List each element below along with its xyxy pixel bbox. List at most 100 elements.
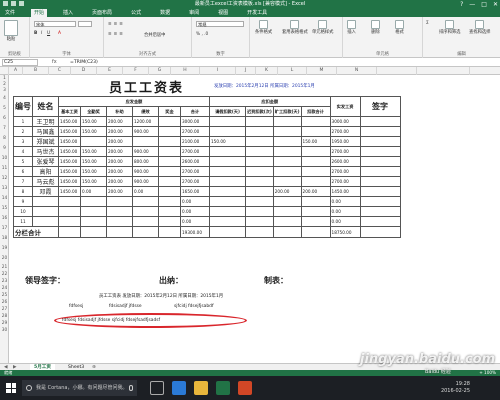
cell-base[interactable] [58, 216, 81, 227]
close-button[interactable]: ✕ [493, 0, 498, 9]
cashier-label[interactable]: 出纳： [159, 275, 183, 286]
cell-subsidy[interactable]: 200.00 [106, 186, 133, 197]
cell-empty[interactable] [80, 226, 107, 238]
cell-late[interactable] [245, 146, 274, 157]
cell-total[interactable]: 2600.00 [180, 156, 210, 167]
cell-signature[interactable] [359, 196, 401, 207]
insert-button[interactable]: 插入 [347, 20, 356, 35]
cell-leave[interactable] [209, 216, 246, 227]
tab-view[interactable]: 视图 [215, 9, 231, 17]
cell-late[interactable] [245, 116, 274, 127]
cell-empty[interactable] [272, 226, 302, 238]
edge-browser-icon[interactable] [172, 381, 186, 395]
cell-deduct-total[interactable] [300, 216, 331, 227]
row-header[interactable]: 5 [0, 104, 9, 114]
cell-deduct-total[interactable]: 200.00 [300, 186, 331, 197]
header-payable[interactable]: 应发金额 [58, 96, 210, 107]
header-late[interactable]: 迟到扣款(次) [245, 106, 274, 117]
format-button[interactable]: 格式 [395, 20, 404, 35]
tab-formulas[interactable]: 公式 [128, 9, 144, 17]
row-header[interactable]: 4 [0, 94, 9, 104]
cell-signature[interactable] [359, 166, 401, 177]
cell-bonus[interactable]: 900.00 [132, 146, 159, 157]
cell-subsidy[interactable]: 200.00 [106, 136, 133, 147]
cell-base[interactable]: 1450.00 [58, 176, 81, 187]
row-header[interactable]: 14 [0, 194, 9, 204]
cell-name[interactable]: 马国鑫 [32, 126, 59, 137]
cell-total[interactable]: 3000.00 [180, 116, 210, 127]
cell-base[interactable] [58, 196, 81, 207]
cell-late[interactable] [245, 196, 274, 207]
cell-empty[interactable] [359, 226, 401, 238]
cell-signature[interactable] [359, 126, 401, 137]
cell-bonus[interactable] [132, 136, 159, 147]
cell-prize[interactable] [158, 136, 181, 147]
cell-prize[interactable] [158, 206, 181, 217]
cell-base[interactable]: 1450.00 [58, 136, 81, 147]
powerpoint-taskbar-icon[interactable] [238, 381, 252, 395]
cell-leave[interactable] [209, 156, 246, 167]
header-absent[interactable]: 旷工扣款(天) [272, 106, 302, 117]
cell-absent[interactable] [272, 146, 302, 157]
cell-bonus[interactable] [132, 196, 159, 207]
column-header[interactable]: L [278, 67, 307, 75]
cell-late[interactable] [245, 126, 274, 137]
cell-name[interactable] [32, 206, 59, 217]
cell-subsidy[interactable] [106, 206, 133, 217]
cell-late[interactable] [245, 186, 274, 197]
font-size-select[interactable] [78, 21, 92, 27]
cell-leave[interactable] [209, 166, 246, 177]
header-prize[interactable]: 奖金 [158, 106, 181, 117]
microphone-icon[interactable] [129, 385, 133, 391]
cell-leave[interactable]: 150.00 [209, 136, 246, 147]
cell-allow[interactable] [80, 216, 107, 227]
tab-home[interactable]: 开始 [31, 9, 48, 17]
row-header[interactable]: 7 [0, 124, 9, 134]
cell-allow[interactable]: 150.00 [80, 126, 107, 137]
column-header[interactable]: J [236, 67, 256, 75]
cell-absent[interactable]: 200.00 [272, 186, 302, 197]
cell-net[interactable]: 2700.00 [329, 146, 361, 157]
merge-center-button[interactable]: 合并后居中 [144, 32, 165, 38]
column-header[interactable]: I [200, 67, 236, 75]
sum-icon[interactable]: Σ [426, 21, 429, 26]
leader-sign-label[interactable]: 领导签字： [25, 275, 65, 286]
cell-base[interactable]: 1450.00 [58, 126, 81, 137]
cell-net[interactable]: 0.00 [329, 196, 361, 207]
fx-icon[interactable]: fx [52, 58, 57, 67]
row-header[interactable]: 8 [0, 134, 9, 144]
cell-absent[interactable] [272, 136, 302, 147]
row-header[interactable]: 15 [0, 204, 9, 214]
cell-base[interactable]: 1450.00 [58, 186, 81, 197]
cell-absent[interactable] [272, 156, 302, 167]
column-header[interactable]: N [337, 67, 377, 75]
cell-leave[interactable] [209, 196, 246, 207]
column-header[interactable]: E [97, 67, 123, 75]
cell-no[interactable]: 1 [13, 116, 33, 127]
cell-signature[interactable] [359, 136, 401, 147]
cell-base[interactable] [58, 206, 81, 217]
sheet-area[interactable]: 员工工资表 发放日期：2015年2月12日 所属日期：2015年1月 编号 姓名应… [9, 75, 500, 363]
excel-taskbar-icon[interactable] [216, 381, 230, 395]
cell-total[interactable]: 0.00 [180, 196, 210, 207]
right-fragment-cell[interactable]: sjfcidj fdsejfjsabdf [174, 304, 214, 309]
paste-button[interactable]: 粘贴 [4, 20, 18, 42]
cell-no[interactable]: 7 [13, 176, 33, 187]
italic-button[interactable]: I [41, 31, 42, 36]
cell-no[interactable]: 10 [13, 206, 33, 217]
system-clock[interactable]: 19:28 2016-02-25 [441, 381, 470, 395]
cell-total[interactable]: 2100.00 [180, 136, 210, 147]
concat-cell[interactable]: 员工工资表 发放日期：2015年2月12日 所属日期：2015年1月 [99, 293, 223, 299]
column-header[interactable]: C [49, 67, 71, 75]
conditional-format-button[interactable]: 条件格式 [255, 20, 272, 35]
payroll-date[interactable]: 发放日期：2015年2月12日 所属日期：2015年1月 [214, 83, 315, 89]
formula-input[interactable]: =TRIM(C23) [70, 58, 98, 67]
cell-prize[interactable] [158, 186, 181, 197]
minimize-button[interactable]: — [469, 0, 475, 9]
row-header[interactable]: 21 [0, 264, 9, 271]
cell-empty[interactable] [106, 226, 133, 238]
cell-net[interactable]: 1450.00 [329, 186, 361, 197]
cell-net[interactable]: 2700.00 [329, 166, 361, 177]
name-box[interactable]: C25 [2, 59, 38, 66]
cell-total[interactable]: 0.00 [180, 216, 210, 227]
